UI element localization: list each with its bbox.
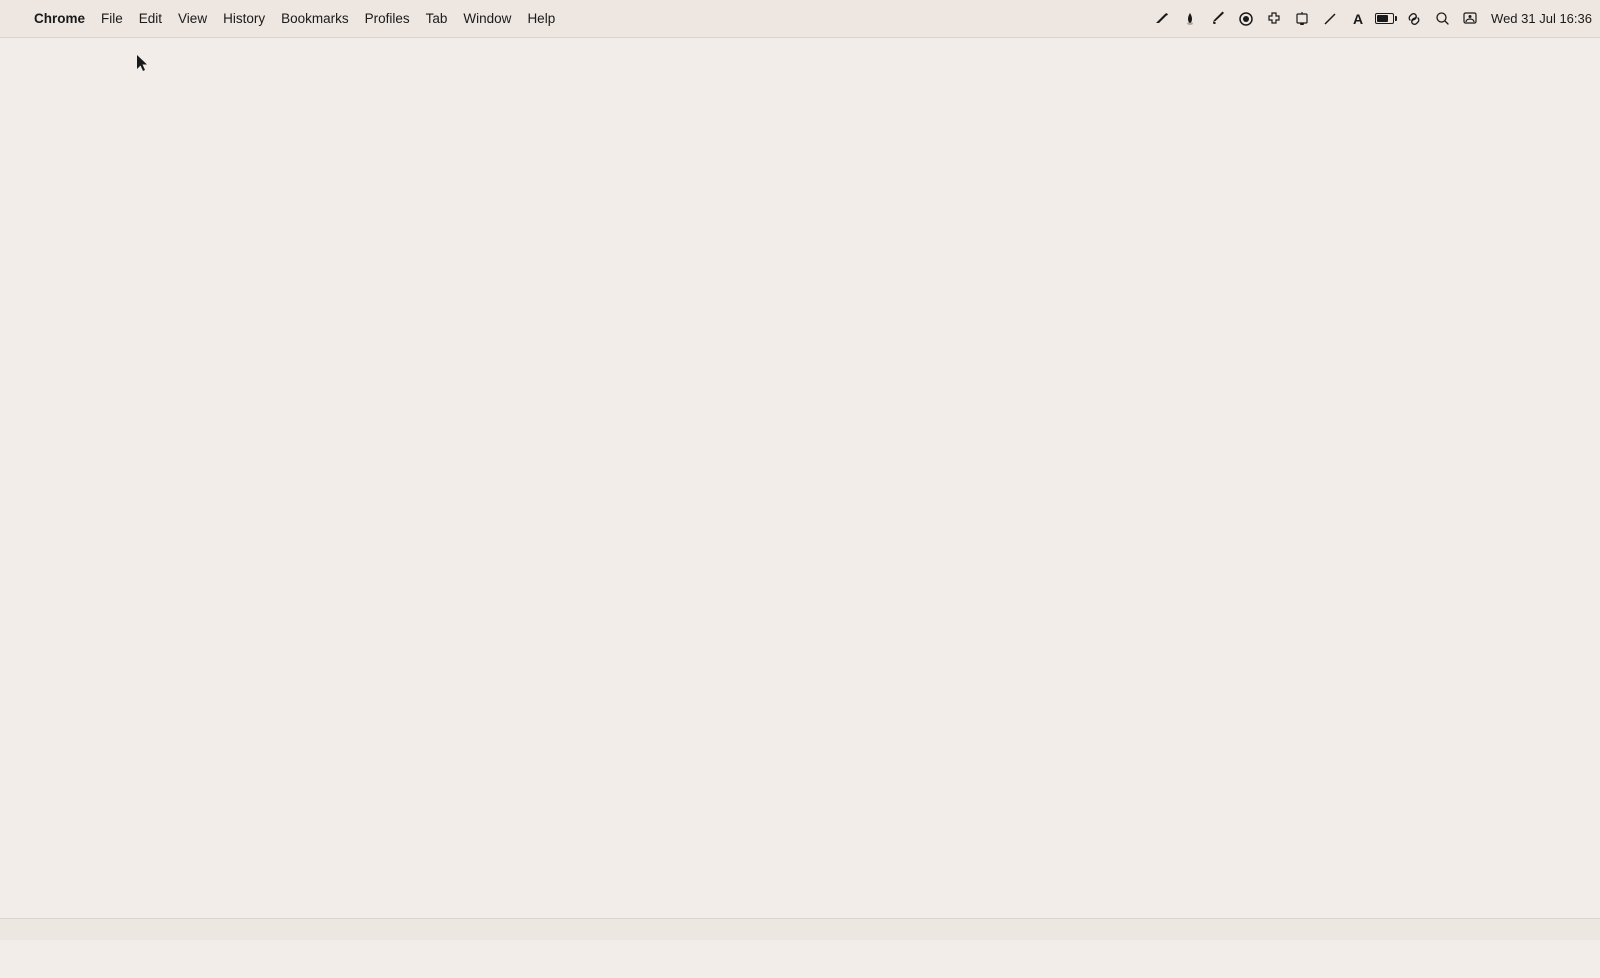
menu-profiles[interactable]: Profiles — [357, 8, 418, 29]
battery-fill — [1377, 15, 1388, 22]
extensions-icon[interactable] — [1263, 8, 1285, 30]
menubar-left: Chrome File Edit View History Bookmarks … — [8, 8, 1151, 29]
pencil-icon[interactable] — [1207, 8, 1229, 30]
menu-file[interactable]: File — [93, 8, 131, 29]
menubar-right: A — [1151, 8, 1592, 30]
menu-history[interactable]: History — [215, 8, 273, 29]
datetime-display: Wed 31 Jul 16:36 — [1491, 11, 1592, 26]
status-bar-bottom — [0, 918, 1600, 940]
main-content — [0, 38, 1600, 940]
menu-edit[interactable]: Edit — [131, 8, 170, 29]
battery-body — [1375, 13, 1394, 24]
user-icon[interactable] — [1459, 8, 1481, 30]
tool-icon[interactable] — [1319, 8, 1341, 30]
menubar: Chrome File Edit View History Bookmarks … — [0, 0, 1600, 38]
menu-window[interactable]: Window — [455, 8, 519, 29]
search-icon[interactable] — [1431, 8, 1453, 30]
screenrecord-icon[interactable] — [1235, 8, 1257, 30]
link-icon[interactable] — [1403, 8, 1425, 30]
menu-tab[interactable]: Tab — [418, 8, 456, 29]
battery-icon[interactable] — [1375, 8, 1397, 30]
battery-tip — [1395, 16, 1397, 21]
flame-icon[interactable] — [1179, 8, 1201, 30]
apple-menu[interactable] — [8, 16, 24, 22]
menu-help[interactable]: Help — [519, 8, 563, 29]
menu-bookmarks[interactable]: Bookmarks — [273, 8, 357, 29]
menu-chrome[interactable]: Chrome — [26, 8, 93, 29]
notification-icon[interactable] — [1291, 8, 1313, 30]
markup-icon[interactable] — [1151, 8, 1173, 30]
menu-view[interactable]: View — [170, 8, 215, 29]
font-icon[interactable]: A — [1347, 8, 1369, 30]
